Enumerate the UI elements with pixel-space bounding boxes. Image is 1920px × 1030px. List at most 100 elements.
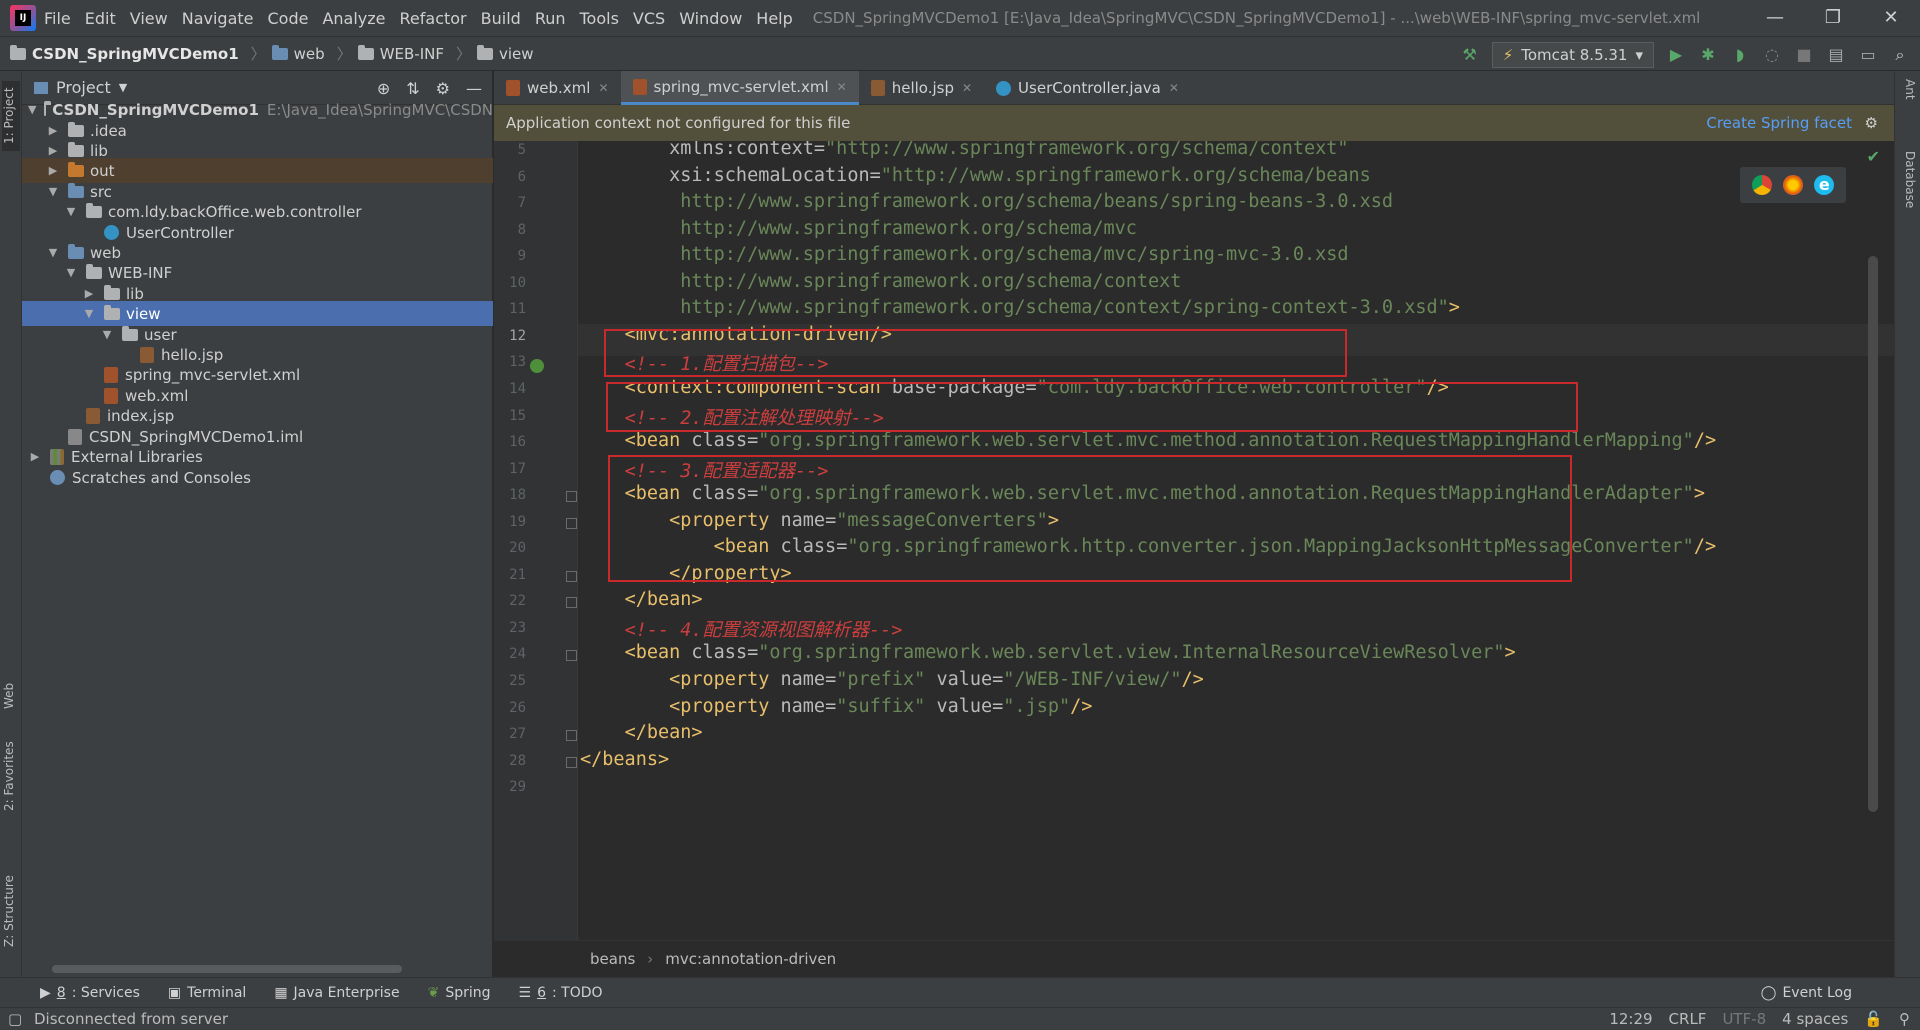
fold-marker-icon[interactable] (566, 570, 577, 582)
chevron-right-icon[interactable]: ▶ (28, 450, 42, 463)
tree-item-scratches-and-consoles[interactable]: Scratches and Consoles (22, 465, 493, 490)
menu-build[interactable]: Build (481, 9, 521, 28)
lock-icon[interactable]: 🔓 (1864, 1010, 1883, 1028)
caret-position[interactable]: 12:29 (1609, 1010, 1652, 1028)
run-icon[interactable]: ▶ (1666, 45, 1686, 65)
chevron-down-icon[interactable]: ▼ (64, 266, 78, 279)
breadcrumb-view[interactable]: view (477, 44, 534, 63)
project-structure-icon[interactable]: ▤ (1826, 45, 1846, 65)
tab-favorites-tool[interactable]: 2: Favorites (2, 731, 20, 821)
tab-project-tool[interactable]: 1: Project (2, 81, 20, 151)
line-number: 23 (509, 619, 526, 636)
run-configuration-dropdown[interactable]: ⚡ Tomcat 8.5.31 ▾ (1491, 41, 1654, 68)
menu-run[interactable]: Run (535, 9, 566, 28)
locate-icon[interactable]: ⊕ (377, 79, 390, 98)
close-window-button[interactable]: ✕ (1862, 0, 1920, 36)
menu-refactor[interactable]: Refactor (400, 9, 467, 28)
status-toggle-icon[interactable]: ▢ (8, 1010, 22, 1028)
horizontal-scrollbar[interactable] (52, 965, 402, 973)
menu-view[interactable]: View (130, 9, 168, 28)
chevron-down-icon[interactable]: ▼ (28, 103, 36, 116)
menu-tools[interactable]: Tools (580, 9, 619, 28)
close-icon[interactable]: ✕ (837, 80, 847, 94)
breadcrumb-web[interactable]: web (271, 44, 325, 63)
restore-button[interactable]: ❐ (1804, 0, 1862, 36)
firefox-icon[interactable] (1782, 175, 1803, 195)
chevron-right-icon[interactable]: ▶ (82, 287, 96, 300)
breadcrumb-beans[interactable]: beans (590, 950, 635, 968)
tab-spring[interactable]: ❦ Spring (428, 985, 491, 1001)
fold-marker-icon[interactable] (566, 491, 577, 503)
collapse-all-icon[interactable]: ⇅ (406, 79, 419, 98)
tab-structure-tool[interactable]: Z: Structure (2, 861, 20, 961)
tab-java-enterprise[interactable]: ▦ Java Enterprise (274, 985, 399, 1001)
fold-marker-icon[interactable] (566, 597, 577, 609)
file-encoding[interactable]: UTF-8 (1722, 1010, 1766, 1028)
close-icon[interactable]: ✕ (598, 81, 608, 95)
project-view-selector[interactable]: Project (56, 78, 111, 97)
tab-ant-tool[interactable]: Ant (1899, 79, 1917, 129)
chevron-down-icon[interactable]: ▼ (46, 246, 60, 259)
menu-analyze[interactable]: Analyze (322, 9, 385, 28)
menu-edit[interactable]: Edit (85, 9, 116, 28)
tab-hello-jsp[interactable]: hello.jsp ✕ (859, 71, 984, 105)
build-hammer-icon[interactable]: ⚒ (1460, 45, 1480, 65)
folder-icon (68, 141, 84, 157)
debug-icon[interactable]: ✱ (1698, 45, 1718, 65)
tab-web-xml[interactable]: web.xml ✕ (494, 71, 621, 105)
gear-icon[interactable]: ⚙ (436, 79, 450, 98)
search-icon[interactable]: ⌕ (1890, 45, 1910, 65)
chevron-down-icon[interactable]: ▼ (46, 185, 60, 198)
close-icon[interactable]: ✕ (962, 81, 972, 95)
close-icon[interactable]: ✕ (1169, 81, 1179, 95)
hide-panel-icon[interactable]: — (466, 79, 482, 98)
tab-label: spring_mvc-servlet.xml (653, 77, 829, 96)
fold-marker-icon[interactable] (566, 517, 577, 529)
terminal-window-icon[interactable]: ▭ (1858, 45, 1878, 65)
menu-file[interactable]: File (44, 9, 71, 28)
chevron-down-icon[interactable]: ▼ (100, 328, 114, 341)
profile-icon[interactable]: ◌ (1762, 45, 1782, 65)
menu-navigate[interactable]: Navigate (182, 9, 254, 28)
line-number: 17 (509, 460, 526, 477)
tab-spring-mvc-servlet-xml[interactable]: spring_mvc-servlet.xml ✕ (620, 71, 859, 105)
code-editor[interactable]: 5 6 7 8 9 10 11 12 13 14 15 16 17 18 19 20 21 22 23 24 25 26 2… (494, 141, 1894, 940)
fold-marker-icon[interactable] (566, 756, 577, 768)
gear-icon[interactable]: ⚙ (1865, 114, 1878, 132)
tab-database-tool[interactable]: Database (1899, 151, 1917, 251)
chevron-right-icon[interactable]: ▶ (46, 144, 60, 157)
line-separator[interactable]: CRLF (1669, 1010, 1707, 1028)
line-number: 12 (509, 327, 526, 344)
vertical-scrollbar[interactable] (1868, 256, 1878, 812)
breadcrumb-annotation-driven[interactable]: mvc:annotation-driven (665, 950, 836, 968)
fold-marker-icon[interactable] (566, 730, 577, 742)
tab-web-tool[interactable]: Web (2, 671, 20, 721)
tab-services[interactable]: ▶ 8: Services (40, 985, 140, 1001)
menu-help[interactable]: Help (756, 9, 792, 28)
spring-bean-gutter-icon[interactable] (530, 359, 544, 373)
tab-todo[interactable]: ☰ 6: TODO (519, 985, 603, 1001)
breadcrumb-web-inf[interactable]: WEB-INF (357, 44, 444, 63)
breadcrumb-project[interactable]: CSDN_SpringMVCDemo1 (10, 44, 239, 63)
chevron-down-icon[interactable]: ▼ (82, 307, 96, 320)
fold-marker-icon[interactable] (566, 650, 577, 662)
indent-setting[interactable]: 4 spaces (1782, 1010, 1848, 1028)
menu-code[interactable]: Code (268, 9, 309, 28)
menu-vcs[interactable]: VCS (633, 9, 665, 28)
breadcrumb-separator-icon: 〉 (336, 45, 352, 63)
create-spring-facet-link[interactable]: Create Spring facet (1706, 114, 1852, 132)
coverage-icon[interactable]: ◗ (1730, 45, 1750, 65)
minimize-button[interactable]: — (1746, 0, 1804, 36)
memory-indicator-icon[interactable]: ⚲ (1899, 1010, 1910, 1028)
chevron-down-icon[interactable]: ▼ (64, 205, 78, 218)
tab-user-controller-java[interactable]: UserController.java ✕ (984, 71, 1191, 105)
chrome-icon[interactable] (1751, 175, 1772, 195)
chevron-right-icon[interactable]: ▶ (46, 164, 60, 177)
stop-icon[interactable]: ■ (1794, 45, 1814, 65)
tab-event-log[interactable]: ◯ Event Log (1761, 985, 1852, 1001)
menu-window[interactable]: Window (679, 9, 742, 28)
internet-explorer-icon[interactable]: e (1814, 175, 1835, 195)
chevron-down-icon[interactable]: ▼ (119, 81, 127, 94)
chevron-right-icon[interactable]: ▶ (46, 124, 60, 137)
tab-terminal[interactable]: ▣ Terminal (168, 985, 246, 1001)
